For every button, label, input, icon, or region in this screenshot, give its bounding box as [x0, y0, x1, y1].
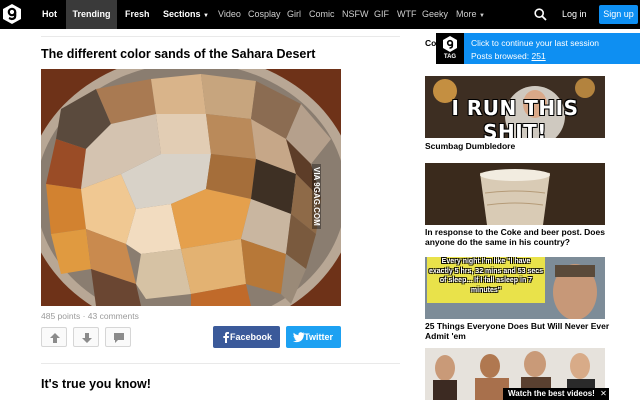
downvote-button[interactable] [73, 327, 99, 347]
upvote-button[interactable] [41, 327, 67, 347]
sahara-sand-plate-image [41, 69, 341, 306]
sidebar-item-image[interactable]: Every night I'm like "I have exactly 5 h… [425, 257, 605, 319]
comment-button[interactable] [105, 327, 131, 347]
nav-trending[interactable]: Trending [66, 0, 117, 29]
nav-sections-label: Sections [163, 9, 201, 19]
chevron-down-icon: ▼ [203, 13, 209, 19]
arrow-up-icon [50, 333, 60, 343]
sidebar-item-image[interactable] [425, 163, 605, 225]
nav-hot[interactable]: Hot [42, 0, 57, 29]
login-link[interactable]: Log in [562, 0, 587, 29]
meta-separator: · [80, 311, 88, 321]
sidebar-item-caption[interactable]: In response to the Coke and beer post. D… [425, 227, 610, 247]
nav-link-cosplay[interactable]: Cosplay [248, 0, 281, 29]
comment-icon [114, 333, 124, 343]
post-title[interactable]: It's true you know! [41, 377, 151, 391]
meme-caption-text: Every night I'm like "I have exactly 5 h… [429, 258, 544, 294]
divider [41, 363, 400, 364]
nav-fresh[interactable]: Fresh [125, 0, 150, 29]
facebook-share-button[interactable]: Facebook [213, 326, 280, 348]
divider [41, 36, 400, 37]
9gag-logo-icon[interactable] [3, 4, 21, 24]
facebook-label: Facebook [229, 332, 272, 342]
top-nav: Hot Trending Fresh Sections ▼ Video Cosp… [0, 0, 640, 29]
twitter-label: Twitter [304, 332, 333, 342]
close-icon[interactable]: ✕ [600, 389, 607, 398]
sidebar-item-image[interactable]: I RUN THIS SHIT! [425, 76, 605, 138]
chevron-down-icon: ▼ [479, 13, 485, 19]
nav-link-nsfw[interactable]: NSFW [342, 0, 369, 29]
continue-session-popup[interactable]: TAG Click to continue your last session … [436, 33, 640, 64]
tag-badge: TAG [436, 33, 464, 64]
watch-videos-label: Watch the best videos! [508, 389, 595, 398]
points-count[interactable]: 485 points [41, 311, 80, 321]
nav-link-comic[interactable]: Comic [309, 0, 335, 29]
nav-link-video[interactable]: Video [218, 0, 241, 29]
signup-button[interactable]: Sign up [599, 5, 638, 24]
watch-videos-bar[interactable]: Watch the best videos! ✕ [503, 388, 609, 400]
posts-browsed: Posts browsed: 251 [471, 51, 546, 61]
posts-browsed-label: Posts browsed: [471, 51, 532, 61]
nav-link-more[interactable]: More ▼ [456, 0, 485, 29]
search-icon[interactable] [534, 8, 547, 21]
sidebar-item-caption[interactable]: 25 Things Everyone Does But Will Never E… [425, 321, 610, 341]
nav-link-geeky[interactable]: Geeky [422, 0, 448, 29]
nav-link-girl[interactable]: Girl [287, 0, 301, 29]
9gag-logo-icon [443, 36, 457, 52]
arrow-down-icon [82, 333, 92, 343]
nav-more-label: More [456, 9, 477, 19]
sidebar-item-caption[interactable]: Scumbag Dumbledore [425, 141, 610, 151]
post-title[interactable]: The different color sands of the Sahara … [41, 47, 315, 61]
coke-beer-glass-image [425, 163, 605, 225]
via-9gag-watermark: VIA 9GAG.COM [312, 164, 321, 229]
popup-message: Click to continue your last session [471, 38, 600, 48]
nav-sections[interactable]: Sections ▼ [163, 0, 209, 29]
nav-link-gif[interactable]: GIF [374, 0, 389, 29]
post-image[interactable]: VIA 9GAG.COM [41, 69, 341, 306]
comments-count[interactable]: 43 comments [88, 311, 139, 321]
posts-browsed-count[interactable]: 251 [531, 51, 545, 61]
nav-link-wtf[interactable]: WTF [397, 0, 417, 29]
tag-label: TAG [443, 54, 457, 60]
twitter-share-button[interactable]: Twitter [286, 326, 341, 348]
post-meta: 485 points · 43 comments [41, 311, 139, 321]
meme-caption-text: I RUN THIS SHIT! [451, 96, 579, 138]
